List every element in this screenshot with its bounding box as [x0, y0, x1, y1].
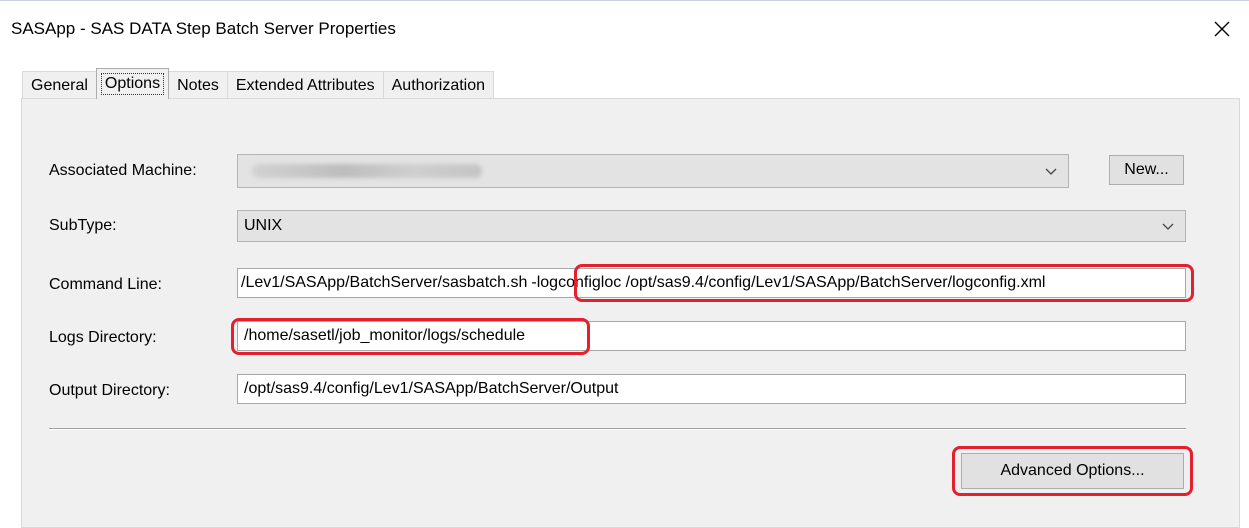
command-line-input[interactable]: /Lev1/SASApp/BatchServer/sasbatch.sh -log… [237, 268, 1186, 298]
output-directory-value: /opt/sas9.4/config/Lev1/SASApp/BatchServ… [244, 380, 619, 397]
separator [49, 428, 1186, 430]
output-directory-input[interactable]: /opt/sas9.4/config/Lev1/SASApp/BatchServ… [237, 374, 1186, 404]
chevron-down-icon [1045, 168, 1057, 175]
command-line-value-part2: -logconfigloc /opt/sas9.4/config/Lev1/SA… [531, 274, 1046, 291]
tab-notes[interactable]: Notes [168, 71, 228, 99]
tab-strip: General Options Notes Extended Attribute… [22, 68, 495, 99]
command-line-label: Command Line: [49, 276, 162, 293]
associated-machine-label: Associated Machine: [49, 162, 197, 179]
title-bar: SASApp - SAS DATA Step Batch Server Prop… [0, 0, 1249, 58]
tab-authorization[interactable]: Authorization [382, 71, 495, 99]
associated-machine-value [252, 164, 482, 178]
logs-directory-input[interactable]: /home/sasetl/job_monitor/logs/schedule [237, 321, 1186, 351]
tab-general[interactable]: General [22, 71, 97, 99]
output-directory-label: Output Directory: [49, 382, 170, 399]
window-title: SASApp - SAS DATA Step Batch Server Prop… [11, 19, 396, 38]
tab-extended-attributes[interactable]: Extended Attributes [226, 71, 384, 99]
advanced-options-button[interactable]: Advanced Options... [961, 453, 1184, 489]
logs-directory-label: Logs Directory: [49, 329, 157, 346]
subtype-value: UNIX [244, 217, 283, 234]
close-icon [1214, 21, 1230, 37]
subtype-label: SubType: [49, 217, 117, 234]
command-line-value-part1: /Lev1/SASApp/BatchServer/sasbatch.sh [241, 274, 528, 291]
tab-options[interactable]: Options [95, 68, 170, 99]
close-button[interactable] [1204, 13, 1240, 45]
associated-machine-select[interactable] [237, 154, 1069, 188]
subtype-select[interactable]: UNIX [237, 210, 1186, 242]
chevron-down-icon [1162, 223, 1174, 230]
tab-options-label: Options [100, 73, 165, 95]
logs-directory-value: /home/sasetl/job_monitor/logs/schedule [244, 327, 526, 344]
new-machine-button[interactable]: New... [1109, 155, 1184, 185]
